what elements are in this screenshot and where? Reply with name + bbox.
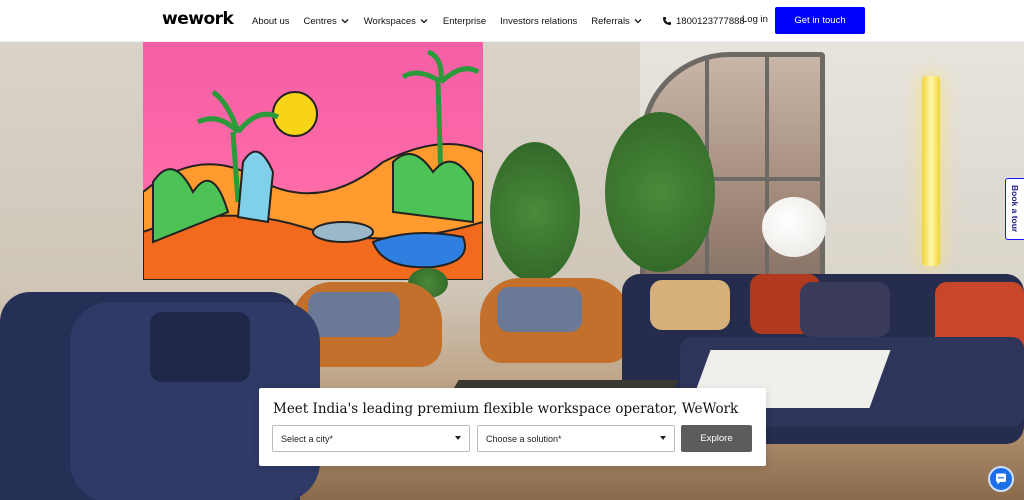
caret-down-icon: [660, 436, 666, 440]
caret-down-icon: [455, 436, 461, 440]
book-a-tour-tab[interactable]: Book a tour: [1005, 178, 1024, 240]
phone-link[interactable]: 1800123777888: [662, 0, 745, 42]
tropical-painting: [143, 42, 483, 280]
city-select[interactable]: Select a city*: [272, 425, 470, 452]
chevron-down-icon: [341, 19, 349, 24]
site-header: wework About us Centres Workspaces Enter…: [0, 0, 1024, 42]
nav-investors-relations-label: Investors relations: [500, 15, 578, 27]
cushion: [308, 292, 400, 337]
nav-enterprise[interactable]: Enterprise: [443, 16, 486, 27]
tall-plant: [605, 112, 715, 272]
cushion: [650, 280, 730, 330]
globe-lamp: [762, 197, 826, 257]
search-panel: Meet India's leading premium flexible wo…: [259, 388, 766, 466]
chevron-down-icon: [634, 19, 642, 24]
nav-about-us-label: About us: [252, 15, 290, 27]
nav-centres-label: Centres: [303, 15, 337, 27]
chevron-down-icon: [420, 19, 428, 24]
nav-referrals-label: Referrals: [591, 15, 630, 27]
nav-centres[interactable]: Centres: [304, 16, 350, 27]
nav-referrals[interactable]: Referrals: [591, 16, 643, 27]
book-a-tour-label: Book a tour: [1010, 185, 1020, 233]
neon-lamp: [922, 76, 940, 266]
nav-workspaces-label: Workspaces: [363, 15, 416, 27]
city-select-placeholder: Select a city*: [281, 433, 334, 444]
explore-button[interactable]: Explore: [681, 425, 752, 452]
nav-about-us[interactable]: About us: [252, 16, 290, 27]
solution-select[interactable]: Choose a solution*: [477, 425, 675, 452]
chat-bubble-icon: [996, 473, 1006, 485]
phone-icon: [663, 17, 671, 25]
cushion: [150, 312, 250, 382]
wework-logo[interactable]: wework: [162, 9, 234, 29]
main-nav: About us Centres Workspaces Enterprise I…: [252, 0, 643, 42]
solution-select-placeholder: Choose a solution*: [486, 433, 562, 444]
login-link[interactable]: Log in: [742, 14, 768, 25]
phone-number: 1800123777888: [676, 15, 745, 27]
cushion: [497, 287, 582, 332]
cushion: [800, 282, 890, 337]
search-title: Meet India's leading premium flexible wo…: [273, 401, 739, 417]
nav-investors-relations[interactable]: Investors relations: [500, 16, 577, 27]
get-in-touch-button[interactable]: Get in touch: [775, 7, 865, 34]
chat-button[interactable]: [988, 466, 1014, 492]
fiddle-leaf-plant: [490, 142, 580, 282]
nav-enterprise-label: Enterprise: [442, 15, 487, 27]
nav-workspaces[interactable]: Workspaces: [364, 16, 429, 27]
